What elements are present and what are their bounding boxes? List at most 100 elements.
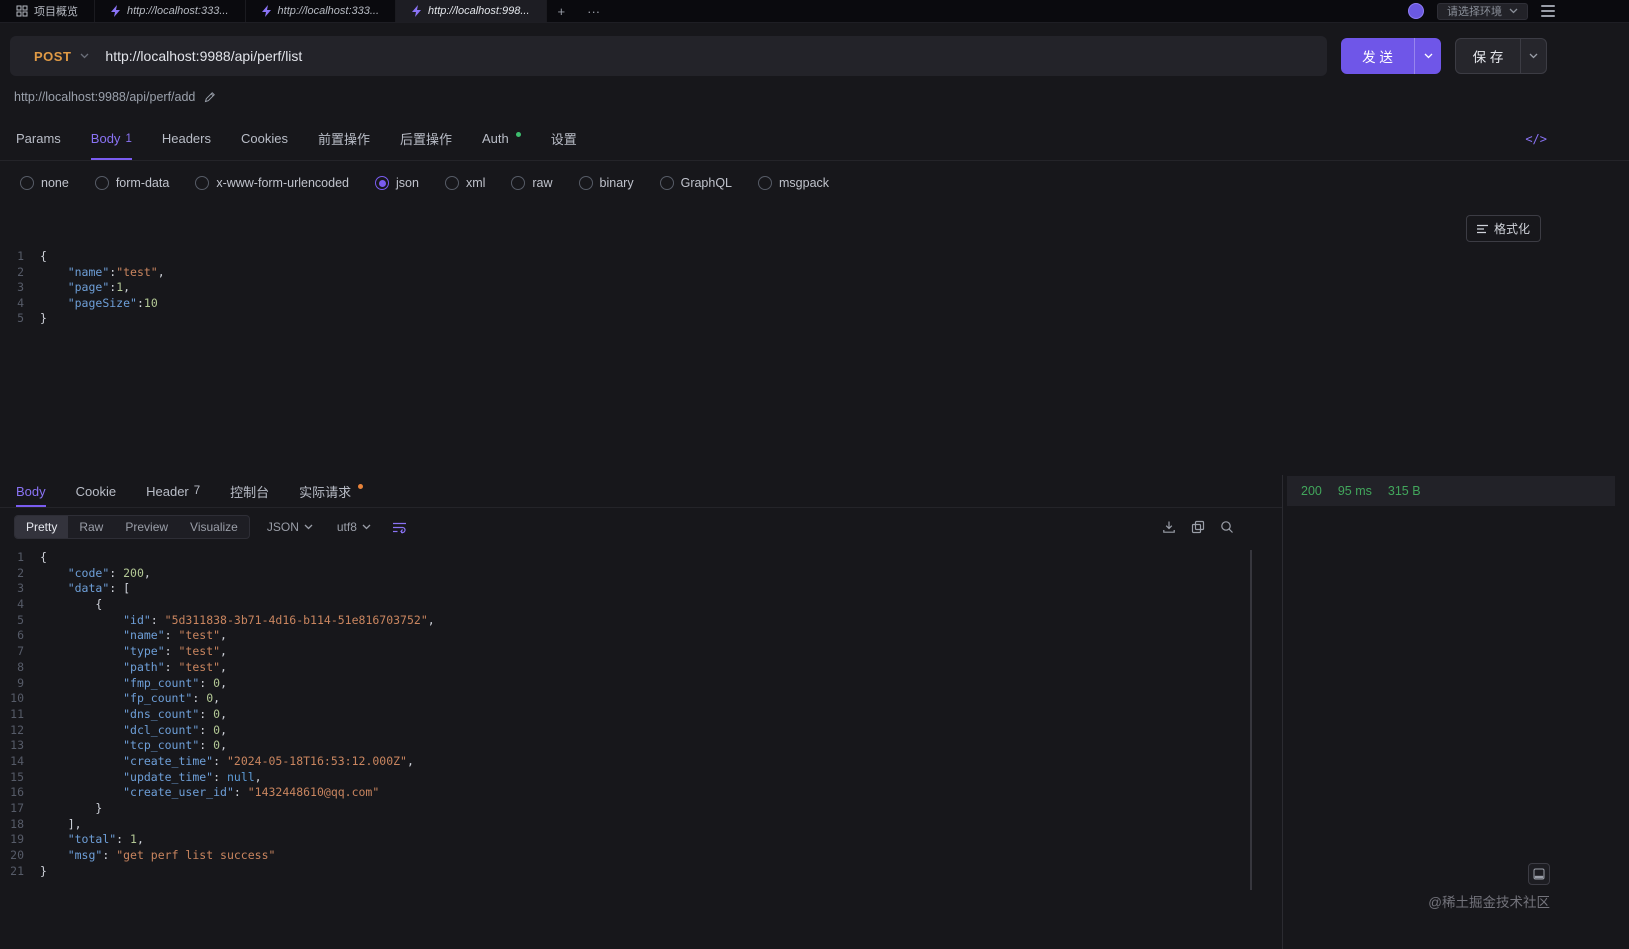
environment-selector[interactable]: 请选择环境 [1437, 2, 1528, 20]
format-icon [1476, 224, 1488, 233]
save-options-caret[interactable] [1520, 39, 1546, 73]
bolt-icon [111, 5, 120, 17]
response-status-bar: 200 95 ms 315 B [1287, 476, 1615, 506]
body-type-msgpack[interactable]: msgpack [758, 176, 829, 190]
toggle-panel-button[interactable] [1528, 863, 1550, 885]
radio-icon [375, 176, 389, 190]
tab-params[interactable]: Params [16, 117, 61, 160]
tab-response-cookie[interactable]: Cookie [76, 475, 116, 507]
radio-icon [511, 176, 526, 190]
request-bar: POST 发 送 保 存 [0, 23, 1629, 83]
tab-headers[interactable]: Headers [162, 117, 211, 160]
tab-label: Cookie [75, 483, 117, 499]
code-view-icon[interactable]: </> [1525, 117, 1547, 160]
bolt-icon [261, 5, 271, 17]
radio-label: raw [532, 176, 553, 190]
format-label: 格式化 [1493, 222, 1530, 236]
radio-icon [195, 176, 210, 190]
format-select[interactable]: JSON [260, 520, 320, 534]
tab-request-2[interactable]: http://localhost:333... [246, 0, 397, 22]
tab-label: 实际请求 [299, 484, 352, 500]
radio-label: msgpack [779, 176, 830, 190]
radio-label: json [396, 176, 419, 190]
saved-endpoint-url: http://localhost:9988/api/perf/add [14, 90, 196, 104]
response-meta-panel: 200 95 ms 315 B [1283, 475, 1629, 949]
download-icon[interactable] [1162, 520, 1176, 534]
chevron-down-icon [1509, 8, 1518, 14]
radio-icon [758, 176, 773, 190]
tab-pre-operations[interactable]: 前置操作 [318, 117, 370, 160]
request-body-editor[interactable]: 格式化 1{2 "name":"test", 3 "page":1, 4 "page… [0, 205, 1629, 475]
tab-label: 设置 [550, 132, 577, 147]
tab-project-overview[interactable]: 项目概览 [0, 0, 95, 22]
tab-actual-request[interactable]: 实际请求 [299, 475, 364, 507]
view-visualize[interactable]: Visualize [179, 516, 249, 538]
tab-request-3-active[interactable]: http://localhost:998... [396, 0, 547, 22]
menu-icon[interactable] [1541, 5, 1555, 17]
tab-response-header[interactable]: Header 7 [146, 475, 200, 507]
new-tab-button[interactable]: + [547, 0, 577, 22]
send-options-caret[interactable] [1414, 38, 1441, 74]
tab-cookies[interactable]: Cookies [241, 117, 288, 160]
avatar[interactable] [1408, 3, 1424, 19]
actual-request-dot [358, 484, 364, 489]
view-pretty[interactable]: Pretty [15, 516, 69, 538]
body-type-binary[interactable]: binary [578, 176, 634, 190]
radio-label: x-www-form-urlencoded [216, 176, 349, 190]
request-tabs: Params Body 1 Headers Cookies 前置操作 后置操作 … [0, 117, 1629, 161]
copy-icon[interactable] [1191, 520, 1205, 534]
tab-label: 前置操作 [317, 132, 370, 147]
tab-post-operations[interactable]: 后置操作 [400, 117, 452, 160]
save-button[interactable]: 保 存 [1455, 38, 1547, 74]
scrollbar[interactable] [1250, 550, 1252, 890]
saved-endpoint-row: http://localhost:9988/api/perf/add [0, 83, 1629, 117]
status-code: 200 [1301, 484, 1322, 498]
body-type-json[interactable]: json [375, 176, 419, 190]
body-type-none[interactable]: none [20, 176, 69, 190]
tab-count-badge: 7 [193, 485, 201, 497]
tab-request-1[interactable]: http://localhost:333... [95, 0, 246, 22]
body-type-form-data[interactable]: form-data [94, 176, 169, 190]
topbar-right: 请选择环境 [1408, 0, 1629, 22]
tab-console[interactable]: 控制台 [230, 475, 269, 507]
body-type-xml[interactable]: xml [444, 176, 485, 190]
encoding-select[interactable]: utf8 [330, 520, 378, 534]
response-code: 1{2 "code": 200, 3 "data": [4 {5 "id": "5… [10, 550, 435, 878]
url-input[interactable] [105, 48, 1327, 64]
view-preview[interactable]: Preview [114, 516, 179, 538]
send-button[interactable]: 发 送 [1341, 38, 1441, 74]
tab-count-badge: 1 [125, 132, 132, 145]
radio-icon [94, 176, 109, 190]
chevron-down-icon [1424, 53, 1432, 59]
chevron-down-icon [1529, 53, 1538, 59]
response-tool-icons [1162, 520, 1234, 534]
window-tab-bar: 项目概览 http://localhost:333... http://loca… [0, 0, 1629, 23]
tab-body[interactable]: Body 1 [90, 117, 132, 160]
edit-icon[interactable] [204, 91, 216, 103]
response-tabs: Body Cookie Header 7 控制台 实际请求 [0, 475, 1282, 508]
word-wrap-icon[interactable] [392, 521, 407, 534]
dock-bottom-icon [1533, 868, 1545, 880]
response-body-viewer[interactable]: 1{2 "code": 200, 3 "data": [4 {5 "id": "5… [0, 546, 1282, 949]
tab-label: Body [90, 131, 121, 146]
more-tabs-button[interactable]: ··· [576, 0, 611, 22]
response-panel: Body Cookie Header 7 控制台 实际请求 Pretty Raw… [0, 475, 1283, 949]
body-type-raw[interactable]: raw [511, 176, 553, 190]
method-label: POST [34, 48, 72, 64]
url-box: POST [10, 36, 1327, 76]
search-icon[interactable] [1220, 520, 1234, 534]
tab-response-body[interactable]: Body [16, 475, 46, 507]
view-raw[interactable]: Raw [68, 516, 114, 538]
tab-label: Headers [161, 131, 211, 146]
tab-label: Header [146, 483, 189, 499]
body-type-x-www-form-urlencoded[interactable]: x-www-form-urlencoded [195, 176, 349, 190]
body-type-graphql[interactable]: GraphQL [659, 176, 732, 190]
method-select[interactable]: POST [10, 49, 105, 64]
request-code-editor[interactable]: 1{2 "name":"test", 3 "page":1, 4 "pageSize… [0, 205, 1629, 327]
response-toolbar: Pretty Raw Preview Visualize JSON utf8 [0, 508, 1282, 546]
format-button[interactable]: 格式化 [1465, 215, 1541, 242]
environment-label: 请选择环境 [1447, 6, 1502, 18]
tab-auth[interactable]: Auth [482, 117, 521, 160]
radio-icon [444, 176, 459, 190]
tab-settings[interactable]: 设置 [551, 117, 577, 160]
